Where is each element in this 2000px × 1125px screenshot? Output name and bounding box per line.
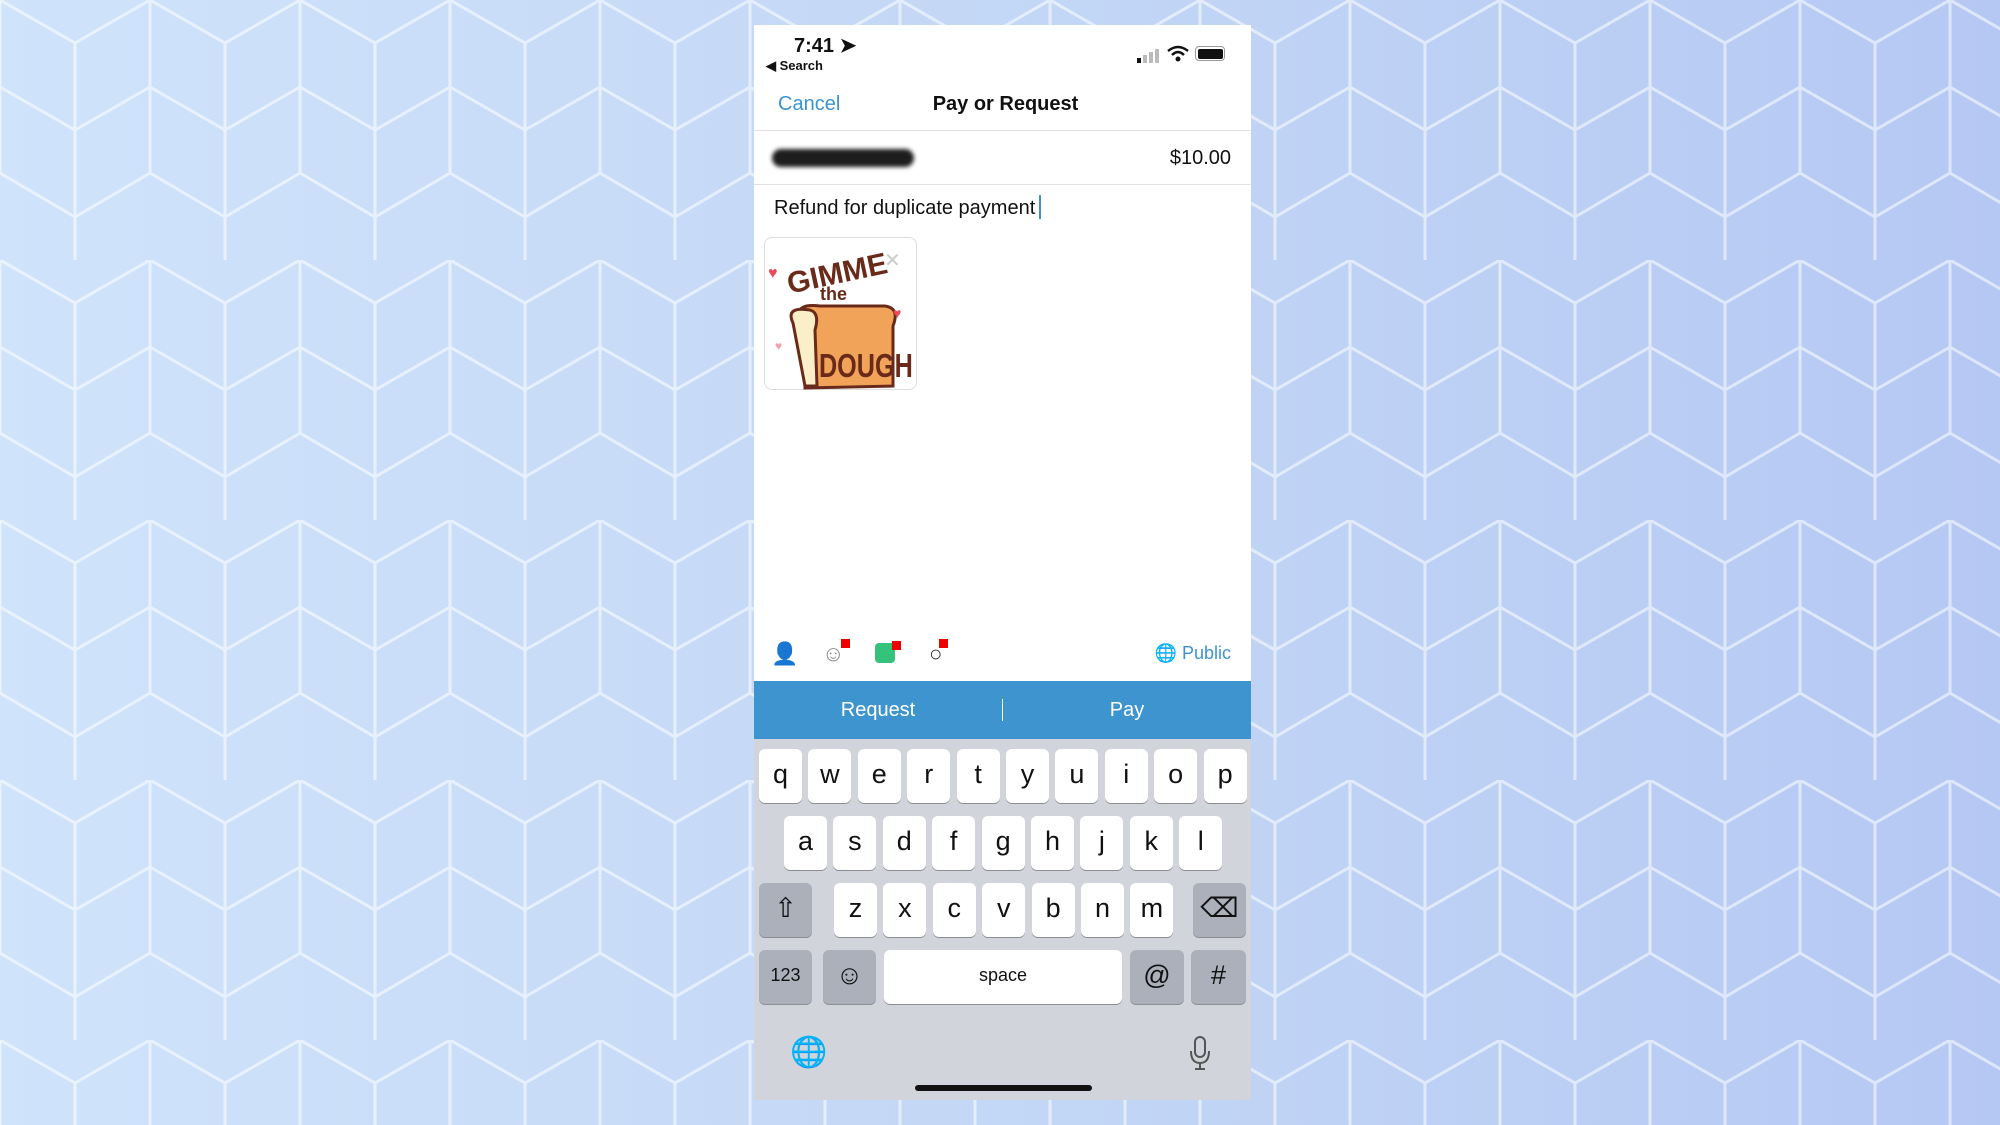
key-g[interactable]: g — [981, 816, 1025, 870]
key-x[interactable]: x — [883, 883, 927, 937]
phone-screen: 7:41 ➤ ◀ Search Cancel Pay or Request $1… — [754, 25, 1251, 1100]
pay-button[interactable]: Pay — [1003, 699, 1251, 722]
request-button[interactable]: Request — [754, 699, 1002, 722]
keyboard: q w e r t y u i o p a s d f g h j k l z x c v b n m ⇧ ⌫ 123 ☺ space @ # 🌐 — [754, 739, 1251, 1100]
recipient-name-redacted[interactable] — [772, 149, 914, 167]
memo-input[interactable]: Refund for duplicate payment — [774, 195, 1042, 220]
numbers-key[interactable]: 123 — [759, 950, 812, 1004]
emoji-icon[interactable]: ☺ — [822, 639, 851, 667]
page-title: Pay or Request — [932, 93, 1079, 115]
key-r[interactable]: r — [907, 749, 951, 803]
key-d[interactable]: d — [882, 816, 926, 870]
text-caret — [1039, 195, 1042, 219]
key-i[interactable]: i — [1104, 749, 1148, 803]
microphone-icon[interactable] — [1188, 1035, 1212, 1076]
privacy-selector[interactable]: 🌐 Public — [1155, 643, 1231, 664]
key-k[interactable]: k — [1129, 816, 1173, 870]
battery-icon — [1195, 46, 1225, 61]
emoji-key[interactable]: ☺ — [823, 950, 876, 1004]
shift-key[interactable]: ⇧ — [759, 883, 812, 937]
key-o[interactable]: o — [1154, 749, 1198, 803]
home-indicator — [915, 1085, 1092, 1091]
action-bar: Request Pay — [754, 681, 1251, 739]
key-l[interactable]: l — [1179, 816, 1223, 870]
key-c[interactable]: c — [932, 883, 976, 937]
key-q[interactable]: q — [759, 749, 802, 803]
key-w[interactable]: w — [808, 749, 852, 803]
hash-key[interactable]: # — [1191, 950, 1246, 1004]
key-e[interactable]: e — [857, 749, 901, 803]
key-s[interactable]: s — [833, 816, 877, 870]
key-a[interactable]: a — [784, 816, 827, 870]
key-b[interactable]: b — [1031, 883, 1075, 937]
sticker-attachment[interactable]: GIMME the DOUGH ♥ ♥ ♥ ✕ — [764, 237, 917, 390]
globe-keyboard-icon[interactable]: 🌐 — [790, 1035, 827, 1070]
globe-icon: 🌐 — [1154, 643, 1177, 663]
sticker-icon[interactable] — [875, 641, 901, 669]
wifi-icon — [1167, 45, 1189, 68]
divider — [754, 184, 1251, 185]
key-n[interactable]: n — [1081, 883, 1124, 937]
key-m[interactable]: m — [1130, 883, 1174, 937]
svg-text:♥: ♥ — [775, 339, 782, 353]
key-y[interactable]: y — [1006, 749, 1049, 803]
key-f[interactable]: f — [932, 816, 976, 870]
key-p[interactable]: p — [1203, 749, 1247, 803]
at-key[interactable]: @ — [1130, 950, 1184, 1004]
tag-person-icon[interactable]: 👤 — [771, 641, 798, 667]
gif-icon[interactable]: ○ — [929, 639, 949, 667]
back-to-search[interactable]: ◀ Search — [766, 58, 823, 74]
svg-text:♥: ♥ — [768, 265, 778, 282]
key-j[interactable]: j — [1080, 816, 1124, 870]
key-h[interactable]: h — [1031, 816, 1074, 870]
key-t[interactable]: t — [956, 749, 1000, 803]
svg-text:♥: ♥ — [893, 305, 901, 321]
svg-text:DOUGH: DOUGH — [819, 348, 913, 385]
key-v[interactable]: v — [982, 883, 1026, 937]
key-z[interactable]: z — [834, 883, 877, 937]
delete-key[interactable]: ⌫ — [1193, 883, 1246, 937]
space-key[interactable]: space — [884, 950, 1122, 1004]
remove-sticker-icon[interactable]: ✕ — [884, 248, 901, 273]
svg-text:the: the — [820, 284, 847, 304]
key-u[interactable]: u — [1055, 749, 1099, 803]
divider — [754, 130, 1251, 131]
memo-text: Refund for duplicate payment — [774, 197, 1036, 219]
signal-icon — [1137, 49, 1159, 63]
amount-field[interactable]: $10.00 — [1170, 147, 1231, 170]
status-time: 7:41 ➤ — [794, 35, 857, 57]
